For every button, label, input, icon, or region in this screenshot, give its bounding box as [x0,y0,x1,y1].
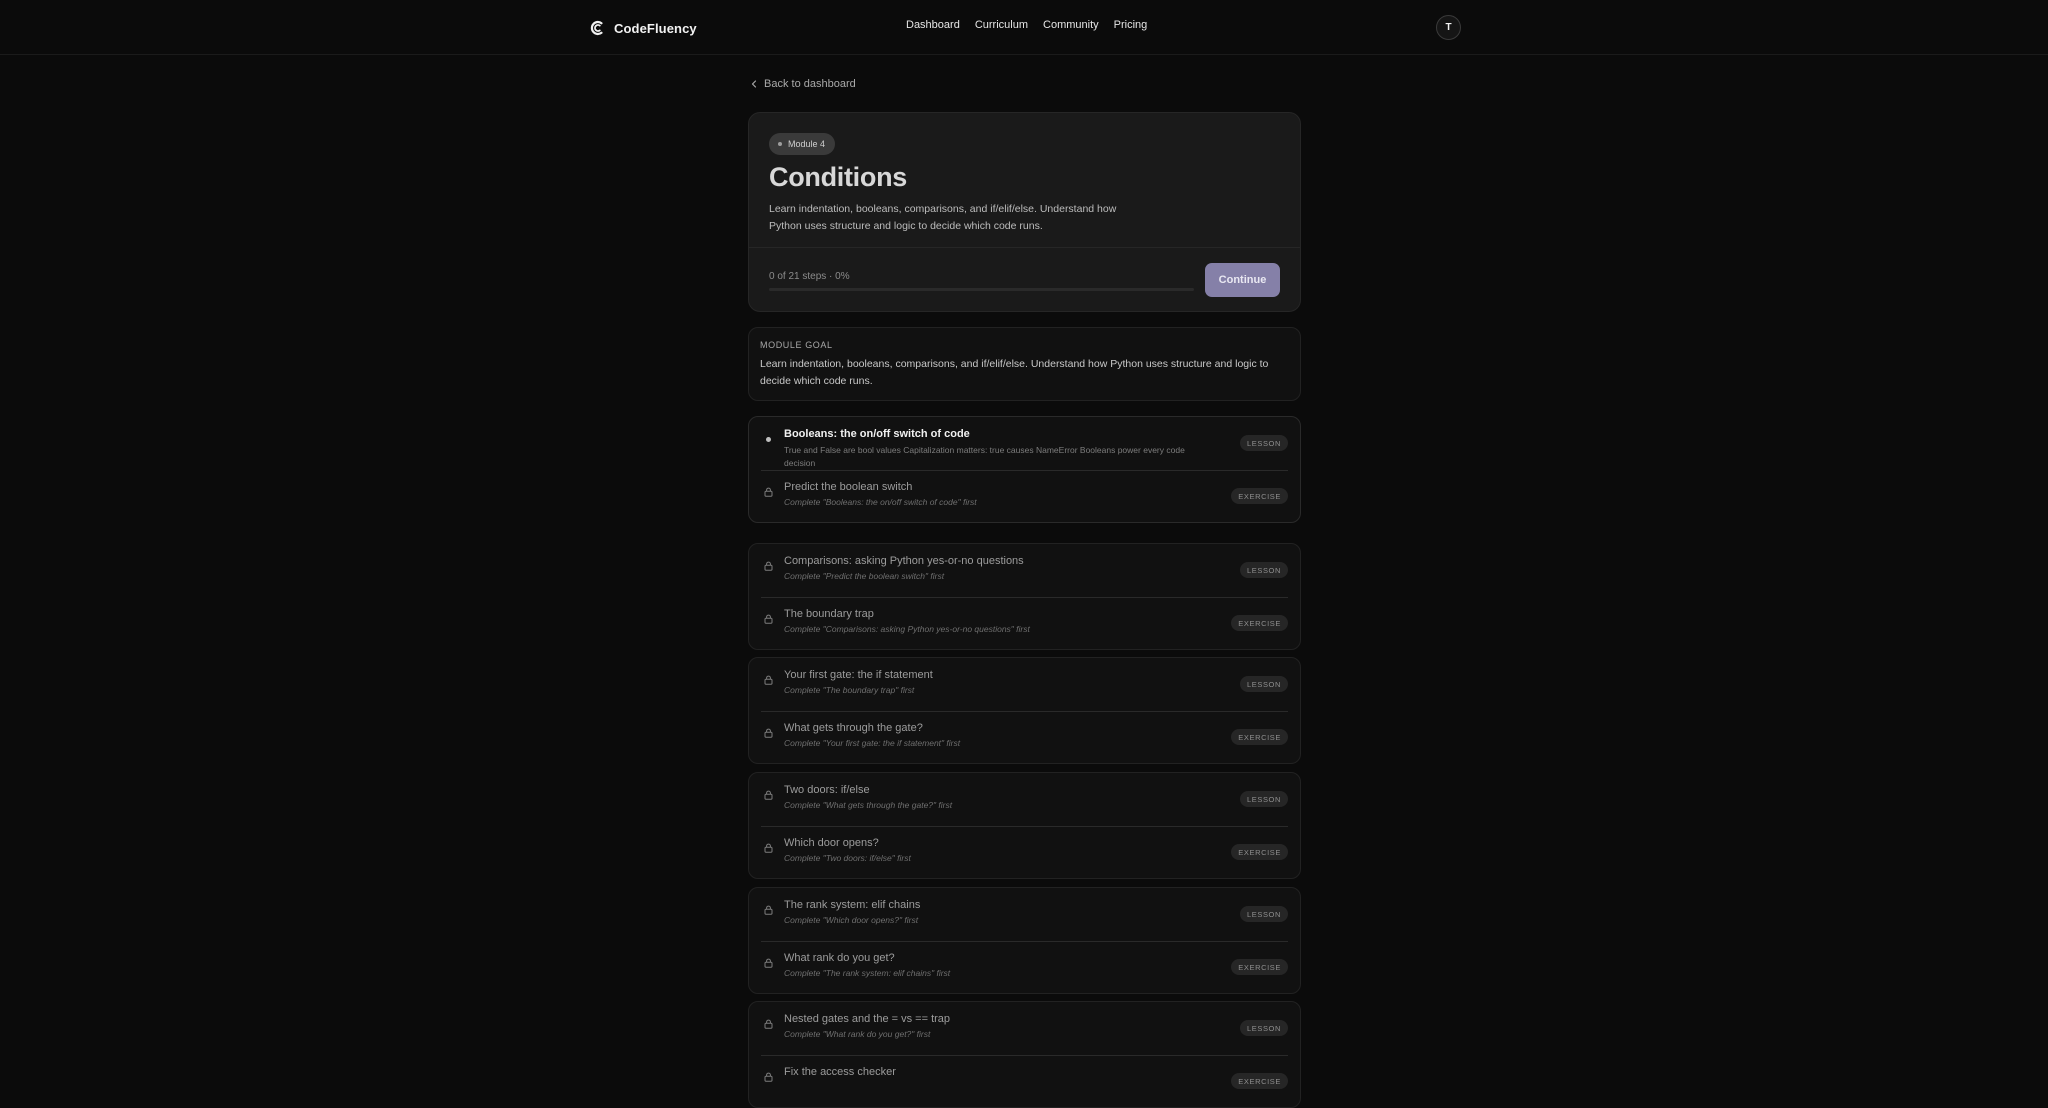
step-subtitle: Complete "Two doors: if/else" first [784,853,911,863]
step-subtitle: Complete "The rank system: elif chains" … [784,968,951,978]
step-title: Fix the access checker [784,1066,896,1078]
progress-bar [769,288,1194,291]
step-type-badge: LESSON [1239,562,1288,578]
lock-icon [763,561,773,571]
step-item[interactable]: Which door opens? Complete "Two doors: i… [749,826,1300,879]
step-title: Nested gates and the = vs == trap [784,1013,951,1025]
step-title: What gets through the gate? [784,722,923,734]
lock-icon [763,1072,773,1082]
step-title: Your first gate: the if statement [784,669,933,681]
brand-logo[interactable]: CodeFluency [590,18,697,38]
step-subtitle: Complete "Comparisons: asking Python yes… [784,624,1030,634]
module-hero-card: Module 4 Conditions Learn indentation, b… [748,112,1301,312]
step-title: Comparisons: asking Python yes-or-no que… [784,555,1024,567]
step-type-badge: EXERCISE [1231,1073,1288,1089]
step-type-badge: EXERCISE [1231,488,1288,504]
step-group-3: Your first gate: the if statement Comple… [748,657,1301,764]
step-type-badge: LESSON [1239,791,1288,807]
continue-button[interactable]: Continue [1205,263,1280,297]
step-subtitle: Complete "What rank do you get?" first [784,1029,931,1039]
step-group-6: Nested gates and the = vs == trap Comple… [748,1001,1301,1108]
step-type-badge: LESSON [1239,435,1288,451]
step-subtitle: Complete "Your first gate: the if statem… [784,738,961,748]
step-type-badge: EXERCISE [1231,729,1288,745]
chevron-left-icon [751,80,757,88]
module-goal-label: MODULE GOAL [760,340,833,350]
step-title: The rank system: elif chains [784,899,921,911]
step-type-badge: LESSON [1239,676,1288,692]
step-item[interactable]: What rank do you get? Complete "The rank… [749,941,1300,994]
nav-pricing[interactable]: Pricing [1114,19,1148,31]
step-group-1: Booleans: the on/off switch of code True… [748,416,1301,523]
step-type-badge: LESSON [1239,906,1288,922]
lock-icon [763,487,773,497]
step-group-2: Comparisons: asking Python yes-or-no que… [748,543,1301,650]
dot-icon [778,142,782,146]
lock-icon [763,843,773,853]
step-type-badge: LESSON [1239,1020,1288,1036]
step-item[interactable]: Comparisons: asking Python yes-or-no que… [749,544,1300,597]
step-group-5: The rank system: elif chains Complete "W… [748,887,1301,994]
nav-dashboard[interactable]: Dashboard [906,19,960,31]
user-avatar[interactable]: T [1436,15,1461,40]
main-nav: Dashboard Curriculum Community Pricing [906,19,1147,31]
step-item[interactable]: The rank system: elif chains Complete "W… [749,888,1300,941]
step-title: Predict the boolean switch [784,481,913,493]
top-nav-bar: CodeFluency Dashboard Curriculum Communi… [0,0,2048,55]
brand-name: CodeFluency [614,20,697,36]
lock-icon [763,905,773,915]
divider [749,247,1300,248]
codefluency-logo-icon [590,20,603,36]
lock-icon [763,790,773,800]
step-subtitle: True and False are bool values Capitaliz… [784,445,1185,468]
step-title: What rank do you get? [784,952,895,964]
step-title: Two doors: if/else [784,784,870,796]
back-to-dashboard-link[interactable]: Back to dashboard [750,78,856,90]
step-subtitle: Complete "What gets through the gate?" f… [784,800,953,810]
step-item[interactable]: Nested gates and the = vs == trap Comple… [749,1002,1300,1055]
lock-icon [763,728,773,738]
lock-icon [763,958,773,968]
step-item[interactable]: Your first gate: the if statement Comple… [749,658,1300,711]
step-item[interactable]: Predict the boolean switch Complete "Boo… [749,470,1300,523]
current-step-dot-icon [763,434,773,444]
module-badge: Module 4 [769,133,836,155]
lock-icon [763,614,773,624]
nav-curriculum[interactable]: Curriculum [975,19,1028,31]
step-group-4: Two doors: if/else Complete "What gets t… [748,772,1301,879]
step-subtitle: Complete "The boundary trap" first [784,685,915,695]
nav-community[interactable]: Community [1043,19,1099,31]
step-subtitle: Complete "Which door opens?" first [784,915,919,925]
step-title: Which door opens? [784,837,879,849]
step-item[interactable]: What gets through the gate? Complete "Yo… [749,711,1300,764]
step-title: The boundary trap [784,608,874,620]
step-subtitle: Complete "Booleans: the on/off switch of… [784,497,977,507]
step-item[interactable]: The boundary trap Complete "Comparisons:… [749,597,1300,650]
step-item[interactable]: Booleans: the on/off switch of code True… [749,417,1300,470]
step-item[interactable]: Fix the access checker EXERCISE [749,1055,1300,1108]
step-item[interactable]: Two doors: if/else Complete "What gets t… [749,773,1300,826]
progress-text: 0 of 21 steps · 0% [769,271,850,282]
module-description: Learn indentation, booleans, comparisons… [769,203,1117,232]
step-type-badge: EXERCISE [1231,615,1288,631]
module-goal-card: MODULE GOAL Learn indentation, booleans,… [748,327,1301,401]
step-type-badge: EXERCISE [1231,959,1288,975]
step-title: Booleans: the on/off switch of code [784,428,970,440]
page-title: Conditions [769,162,907,192]
module-badge-label: Module 4 [788,139,826,149]
step-subtitle: Complete "Predict the boolean switch" fi… [784,571,945,581]
step-type-badge: EXERCISE [1231,844,1288,860]
lock-icon [763,1019,773,1029]
module-goal-text: Learn indentation, booleans, comparisons… [760,358,1269,387]
back-link-label: Back to dashboard [764,78,856,90]
lock-icon [763,675,773,685]
